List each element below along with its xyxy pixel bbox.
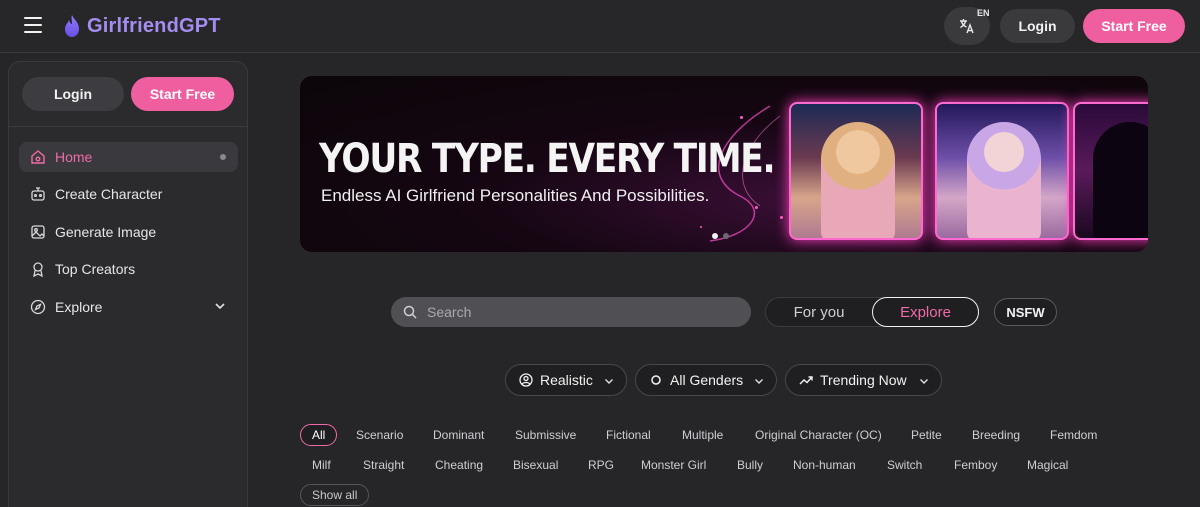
banner-title: YOUR TYPE. EVERY TIME.: [319, 136, 776, 182]
style-filter-label: Realistic: [540, 372, 593, 388]
category-tag[interactable]: Multiple: [682, 424, 723, 446]
character-card-image: [1073, 102, 1148, 240]
carousel-dot-active[interactable]: [712, 233, 718, 239]
trending-up-icon: [799, 373, 813, 387]
category-tag[interactable]: Magical: [1027, 454, 1068, 476]
compass-icon: [30, 299, 46, 315]
user-circle-icon: [519, 373, 533, 387]
nsfw-toggle-button[interactable]: NSFW: [994, 298, 1057, 326]
active-dot: [220, 154, 226, 160]
category-tag[interactable]: Monster Girl: [641, 454, 706, 476]
category-tag[interactable]: Scenario: [356, 424, 403, 446]
sidebar: Login Start Free Home Create Character G…: [8, 61, 248, 507]
category-tag[interactable]: Bisexual: [513, 454, 558, 476]
brand-name: GirlfriendGPT: [87, 14, 221, 37]
top-bar: GirlfriendGPT EN Login Start Free: [0, 0, 1200, 53]
carousel-dot[interactable]: [723, 233, 729, 239]
banner-subtitle: Endless AI Girlfriend Personalities And …: [321, 186, 710, 205]
chevron-down-icon: [605, 379, 613, 384]
sidebar-item-top-creators[interactable]: Top Creators: [19, 254, 238, 284]
menu-icon[interactable]: [24, 17, 42, 33]
robot-icon: [30, 186, 46, 202]
sidebar-start-free-button[interactable]: Start Free: [131, 77, 234, 111]
category-tag[interactable]: Original Character (OC): [755, 424, 882, 446]
show-all-tags-button[interactable]: Show all: [300, 484, 370, 506]
gender-filter-dropdown[interactable]: All Genders: [635, 364, 777, 396]
sidebar-item-create-character[interactable]: Create Character: [19, 179, 238, 209]
sidebar-item-label: Top Creators: [55, 261, 136, 277]
promo-banner[interactable]: YOUR TYPE. EVERY TIME. Endless AI Girlfr…: [300, 76, 1148, 252]
tab-for-you[interactable]: For you: [766, 298, 872, 326]
sidebar-login-button[interactable]: Login: [22, 77, 124, 111]
category-tag[interactable]: Fictional: [606, 424, 651, 446]
chevron-down-icon[interactable]: [214, 300, 226, 312]
sidebar-item-label: Generate Image: [55, 224, 157, 240]
home-icon: [30, 149, 46, 165]
character-card-image: [789, 102, 923, 240]
sidebar-divider: [9, 126, 247, 127]
feed-tabs: For you Explore: [765, 297, 979, 327]
gender-filter-label: All Genders: [670, 372, 744, 388]
flame-icon: [65, 15, 79, 37]
search-input[interactable]: [427, 304, 727, 320]
search-bar: [391, 297, 751, 327]
category-tag[interactable]: Breeding: [972, 424, 1020, 446]
sidebar-item-label: Home: [55, 149, 93, 165]
header-login-button[interactable]: Login: [1000, 9, 1075, 43]
chevron-down-icon: [755, 379, 763, 384]
style-filter-dropdown[interactable]: Realistic: [505, 364, 627, 396]
category-tag[interactable]: Milf: [312, 454, 331, 476]
tab-explore[interactable]: Explore: [872, 297, 979, 327]
sort-filter-label: Trending Now: [820, 372, 907, 388]
award-icon: [30, 261, 46, 277]
sidebar-item-label: Explore: [55, 299, 103, 315]
sidebar-item-home[interactable]: Home: [19, 142, 238, 172]
category-tag[interactable]: Switch: [887, 454, 922, 476]
chevron-down-icon: [920, 379, 928, 384]
brand-logo[interactable]: GirlfriendGPT: [62, 13, 221, 39]
sidebar-item-generate-image[interactable]: Generate Image: [19, 217, 238, 247]
category-tag[interactable]: Cheating: [435, 454, 483, 476]
header-start-free-button[interactable]: Start Free: [1083, 9, 1185, 43]
sidebar-item-label: Create Character: [55, 186, 163, 202]
translate-icon: [960, 19, 974, 34]
category-tag[interactable]: Dominant: [433, 424, 484, 446]
category-tag[interactable]: Femboy: [954, 454, 997, 476]
character-card-image: [935, 102, 1069, 240]
category-tag[interactable]: Bully: [737, 454, 763, 476]
category-tag[interactable]: Non-human: [793, 454, 856, 476]
category-tag[interactable]: Submissive: [515, 424, 576, 446]
sidebar-item-explore[interactable]: Explore: [19, 292, 238, 322]
language-badge: EN: [977, 8, 990, 18]
carousel-dots: [712, 233, 734, 239]
image-icon: [30, 224, 46, 240]
search-icon: [403, 305, 417, 319]
category-tag[interactable]: RPG: [588, 454, 614, 476]
category-tag[interactable]: Femdom: [1050, 424, 1097, 446]
sort-filter-dropdown[interactable]: Trending Now: [785, 364, 942, 396]
category-tag-all[interactable]: All: [300, 424, 338, 446]
circle-icon: [649, 373, 663, 387]
category-tag[interactable]: Straight: [363, 454, 404, 476]
category-tag[interactable]: Petite: [911, 424, 942, 446]
